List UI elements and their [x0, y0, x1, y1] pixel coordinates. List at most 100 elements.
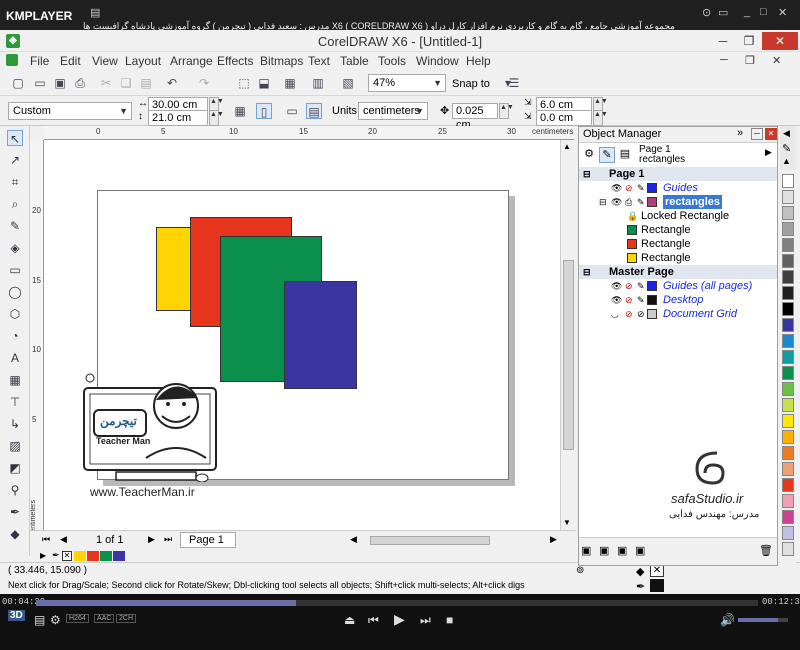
dimension-tool-icon[interactable]: ⊤ — [7, 394, 23, 410]
duplicate-y-input[interactable]: 0.0 cm — [536, 110, 592, 126]
tree-page-1[interactable]: ⊟ Page 1 — [579, 167, 777, 181]
menu-bitmaps[interactable]: Bitmaps — [260, 54, 303, 68]
settings-icon[interactable]: ⚙ — [50, 613, 61, 627]
palette-color-swatch[interactable] — [782, 462, 794, 476]
scroll-down-icon[interactable]: ▼ — [563, 518, 571, 527]
smart-fill-icon[interactable]: ◈ — [7, 240, 23, 256]
palette-play-icon[interactable]: ▶ — [40, 551, 46, 560]
menu-layout[interactable]: Layout — [125, 54, 161, 68]
docker-tab-arrow-icon[interactable]: ◀ — [783, 128, 790, 139]
printable-icon[interactable]: ⊘ — [625, 307, 633, 321]
doc-restore-icon[interactable]: ❐ — [745, 54, 755, 67]
player-mode-icon[interactable]: ▭ — [718, 6, 728, 19]
blue-rectangle[interactable] — [284, 281, 357, 389]
palette-color-swatch[interactable] — [782, 190, 794, 204]
document-icon[interactable] — [6, 54, 18, 66]
doc-close-icon[interactable]: ✕ — [772, 54, 781, 67]
menu-arrange[interactable]: Arrange — [170, 54, 213, 68]
previous-icon[interactable]: ⏮ — [368, 613, 379, 628]
menu-window[interactable]: Window — [416, 54, 459, 68]
drawing-canvas[interactable]: تیچرمن Teacher Man www.TeacherMan.ir — [44, 140, 560, 530]
scroll-left-icon[interactable]: ◀ — [350, 534, 357, 545]
object-rectangle-yellow[interactable]: Rectangle — [579, 251, 777, 265]
outline-tool-icon[interactable]: ✒ — [7, 504, 23, 520]
palette-color-swatch[interactable] — [782, 238, 794, 252]
transparency-tool-icon[interactable]: ◩ — [7, 460, 23, 476]
doc-swatch-blue[interactable] — [113, 551, 125, 561]
menu-view[interactable]: View — [92, 54, 118, 68]
new-master-layer-icon[interactable]: ▣ — [599, 544, 609, 557]
visibility-eye-icon[interactable]: 👁 — [611, 195, 622, 209]
tree-master-page[interactable]: ⊟ Master Page — [579, 265, 777, 279]
lock-pencil-icon[interactable]: ✎ — [637, 181, 645, 195]
redo-icon[interactable]: ↷ — [196, 75, 212, 91]
player-close-icon[interactable]: ✕ — [778, 6, 787, 19]
palette-color-swatch[interactable] — [782, 382, 794, 396]
object-locked-rectangle[interactable]: 🔒 Locked Rectangle — [579, 209, 777, 223]
player-pin-icon[interactable]: ⊙ — [702, 6, 711, 19]
horizontal-ruler[interactable]: 0 5 10 15 20 25 30 centimeters — [44, 126, 574, 140]
snap-to-button[interactable]: Snap to — [452, 78, 490, 90]
new-master-layer-all-icon[interactable]: ▣ — [617, 544, 627, 557]
docker-tab-hints-icon[interactable]: ✎ — [782, 142, 791, 155]
import-icon[interactable]: ⬚ — [236, 75, 252, 91]
cut-icon[interactable]: ✂ — [98, 75, 114, 91]
crop-tool-icon[interactable]: ⌗ — [7, 174, 23, 190]
menu-file[interactable]: File — [30, 54, 49, 68]
all-pages-icon[interactable]: ▦ — [232, 103, 248, 119]
lock-pencil-icon[interactable]: ✎ — [637, 293, 645, 307]
palette-color-swatch[interactable] — [782, 526, 794, 540]
page-1-tab[interactable]: Page 1 — [180, 532, 236, 548]
options-icon[interactable]: ☰ — [506, 75, 522, 91]
palette-color-swatch[interactable] — [782, 446, 794, 460]
prev-page-icon[interactable]: ◀ — [60, 534, 67, 545]
vertical-scrollbar[interactable]: ▲ ▼ — [560, 140, 576, 530]
yellow-rectangle[interactable] — [156, 227, 192, 311]
visibility-eye-icon[interactable]: 👁 — [611, 181, 622, 195]
docker-expand-icon[interactable]: » — [737, 127, 743, 139]
playlist-icon[interactable]: ▤ — [34, 613, 45, 627]
first-page-icon[interactable]: ⏮ — [42, 534, 50, 545]
doc-swatch-yellow[interactable] — [74, 551, 86, 561]
shape-tool-icon[interactable]: ↗ — [7, 152, 23, 168]
current-page-icon[interactable]: ▤ — [306, 103, 322, 119]
menu-edit[interactable]: Edit — [60, 54, 81, 68]
pick-tool-icon[interactable]: ↖ — [7, 130, 23, 146]
palette-dropper-icon[interactable]: ✒ — [52, 550, 60, 561]
ellipse-tool-icon[interactable]: ◯ — [7, 284, 23, 300]
undo-icon[interactable]: ↶ — [164, 75, 180, 91]
hidden-eye-icon[interactable]: ◡ — [611, 307, 619, 321]
layer-desktop[interactable]: 👁 ⊘ ✎ Desktop — [579, 293, 777, 307]
menu-effects[interactable]: Effects — [217, 54, 253, 68]
freehand-tool-icon[interactable]: ✎ — [7, 218, 23, 234]
paste-icon[interactable]: ▤ — [138, 75, 154, 91]
eject-icon[interactable]: ⏏ — [344, 613, 355, 627]
doc-swatch-red[interactable] — [87, 551, 99, 561]
docker-close-icon[interactable]: ✕ — [765, 128, 777, 140]
palette-color-swatch[interactable] — [782, 430, 794, 444]
palette-color-swatch[interactable] — [782, 478, 794, 492]
lock-icon[interactable]: ⊘ — [637, 307, 645, 321]
next-page-icon[interactable]: ▶ — [148, 534, 155, 545]
palette-color-swatch[interactable] — [782, 302, 794, 316]
palette-color-swatch[interactable] — [782, 286, 794, 300]
horizontal-scroll-thumb[interactable] — [370, 536, 490, 545]
page-height-spinner[interactable]: ▲▼ — [209, 110, 224, 126]
color-proof-icon[interactable]: ⊚ — [576, 565, 584, 576]
outline-swatch-black[interactable] — [650, 579, 664, 592]
zoom-level-dropdown[interactable]: 47% ▼ — [368, 74, 446, 92]
palette-color-swatch[interactable] — [782, 254, 794, 268]
palette-color-swatch[interactable] — [782, 334, 794, 348]
menu-text[interactable]: Text — [308, 54, 330, 68]
visibility-eye-icon[interactable]: 👁 — [611, 279, 622, 293]
last-page-icon[interactable]: ⏭ — [164, 534, 172, 545]
printable-icon[interactable]: ⊘ — [625, 293, 633, 307]
docker-flyout-icon[interactable]: ▶ — [765, 147, 772, 158]
next-icon[interactable]: ⏭ — [420, 613, 431, 628]
printable-icon[interactable]: ⊘ — [625, 181, 633, 195]
collapse-icon[interactable]: ⊟ — [599, 195, 607, 209]
table-tool-icon[interactable]: ▦ — [7, 372, 23, 388]
docker-minimize-icon[interactable]: ─ — [751, 128, 763, 140]
duplicate-y-spinner[interactable]: ▲▼ — [593, 110, 608, 126]
palette-color-swatch[interactable] — [782, 222, 794, 236]
